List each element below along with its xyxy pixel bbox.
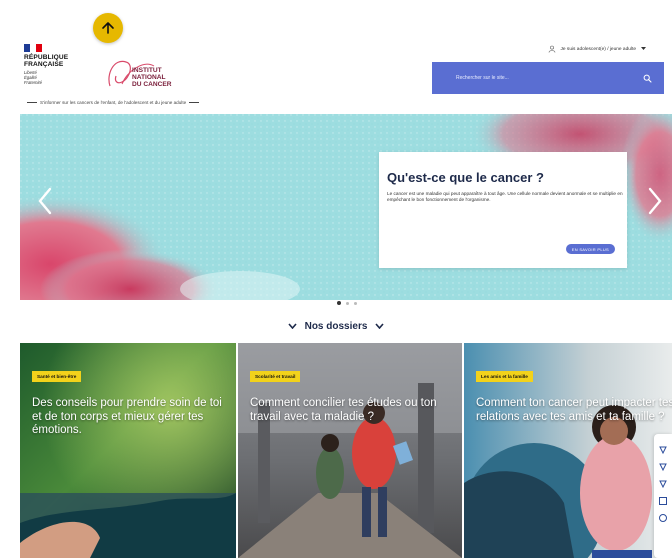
tool-icon-4[interactable] bbox=[658, 493, 668, 505]
dossier-card-scolarite[interactable]: Scolarité et travail Comment concilier t… bbox=[238, 343, 462, 558]
carousel-pagination bbox=[337, 301, 357, 305]
caret-down-icon bbox=[641, 47, 646, 50]
hero-carousel: Qu'est-ce que le cancer ? Le cancer est … bbox=[20, 114, 672, 300]
search-input[interactable] bbox=[456, 75, 616, 81]
audience-selector[interactable]: Je suis adolescent(e) / jeune adulte bbox=[548, 45, 646, 53]
tool-icon-1[interactable] bbox=[658, 442, 668, 455]
tool-icon-5[interactable] bbox=[658, 510, 668, 522]
republique-francaise-logo[interactable]: RÉPUBLIQUE FRANÇAISE Liberté Égalité Fra… bbox=[24, 44, 96, 85]
republique-line-2: FRANÇAISE bbox=[24, 61, 64, 68]
republique-line-1: RÉPUBLIQUE bbox=[24, 54, 69, 61]
inca-line-1: INSTITUT bbox=[132, 67, 162, 74]
card-title: Comment ton cancer peut impacter tes rel… bbox=[476, 397, 672, 423]
hero-title: Qu'est-ce que le cancer ? bbox=[387, 170, 544, 185]
category-badge: Scolarité et travail bbox=[250, 371, 301, 382]
chevron-down-icon bbox=[287, 323, 297, 329]
category-badge: Santé et bien-être bbox=[32, 371, 82, 382]
learn-more-button[interactable]: EN SAVOIR PLUS bbox=[565, 244, 615, 254]
tool-icon-2[interactable] bbox=[658, 459, 668, 472]
nos-dossiers-toggle[interactable]: Nos dossiers bbox=[0, 312, 672, 340]
hero-card: Qu'est-ce que le cancer ? Le cancer est … bbox=[379, 152, 627, 268]
search-bar bbox=[432, 62, 664, 94]
user-icon bbox=[548, 45, 555, 53]
tool-icon-3[interactable] bbox=[658, 476, 668, 489]
hero-text: Le cancer est une maladie qui peut appar… bbox=[387, 191, 623, 202]
chevron-down-icon bbox=[375, 323, 385, 329]
inca-line-3: DU CANCER bbox=[132, 81, 172, 88]
search-icon[interactable] bbox=[643, 74, 652, 83]
tagline-text: S'informer sur les cancers de l'enfant, … bbox=[40, 100, 187, 105]
card-title: Des conseils pour prendre soin de toi et… bbox=[32, 397, 222, 436]
inca-wordmark[interactable]: INSTITUT NATIONAL DU CANCER bbox=[132, 67, 172, 88]
carousel-dot-1[interactable] bbox=[337, 301, 341, 305]
dossier-card-sante[interactable]: Santé et bien-être Des conseils pour pre… bbox=[20, 343, 236, 558]
category-badge: Les amis et la famille bbox=[476, 371, 533, 382]
audience-selector-label: Je suis adolescent(e) / jeune adulte bbox=[560, 46, 636, 52]
chevron-left-icon[interactable] bbox=[36, 186, 54, 216]
arrow-up-icon bbox=[102, 22, 114, 34]
chevron-right-icon[interactable] bbox=[646, 186, 664, 216]
footer-tab[interactable] bbox=[592, 550, 652, 558]
motto-fraternite: Fraternité bbox=[24, 80, 42, 85]
carousel-dot-3[interactable] bbox=[354, 301, 357, 305]
accessibility-toolbar bbox=[654, 434, 672, 558]
site-header: RÉPUBLIQUE FRANÇAISE Liberté Égalité Fra… bbox=[20, 36, 672, 114]
site-tagline: S'informer sur les cancers de l'enfant, … bbox=[24, 100, 202, 105]
inca-line-2: NATIONAL bbox=[132, 74, 166, 81]
carousel-dot-2[interactable] bbox=[346, 301, 349, 305]
french-flag-icon bbox=[24, 44, 42, 52]
card-title: Comment concilier tes études ou ton trav… bbox=[250, 397, 437, 423]
section-title: Nos dossiers bbox=[304, 320, 368, 332]
dossier-card-amis-famille[interactable]: Les amis et la famille Comment ton cance… bbox=[464, 343, 672, 558]
scroll-to-top-button[interactable] bbox=[93, 13, 123, 43]
